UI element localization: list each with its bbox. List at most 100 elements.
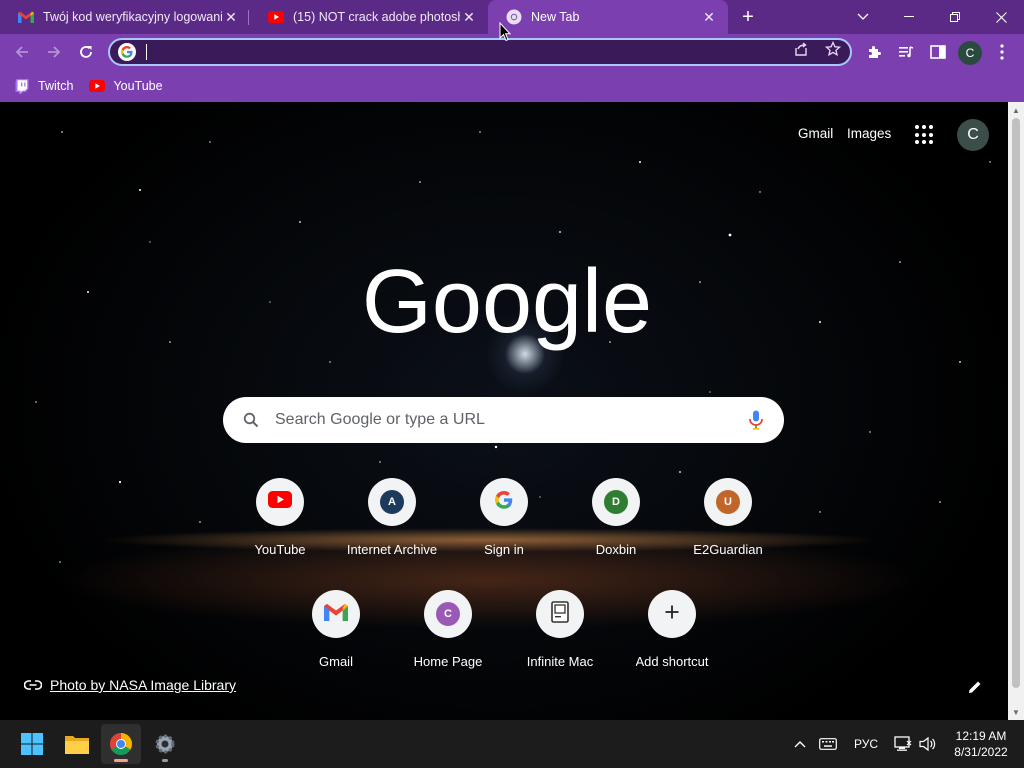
google-g-icon [118, 43, 136, 61]
address-bar[interactable] [108, 38, 852, 66]
plus-icon [665, 605, 679, 624]
search-icon [241, 410, 261, 430]
network-icon[interactable] [892, 720, 914, 768]
bookmark-twitch[interactable]: Twitch [14, 78, 73, 94]
scroll-up-arrow-icon[interactable]: ▲ [1008, 103, 1024, 117]
shortcut-gmail[interactable]: Gmail [280, 574, 392, 686]
forward-arrow-icon[interactable] [42, 40, 66, 64]
youtube-icon [89, 78, 106, 94]
shortcut-doxbin[interactable]: D Doxbin [560, 462, 672, 574]
tab-new-tab[interactable]: New Tab ✕ [488, 0, 728, 34]
gmail-link[interactable]: Gmail [798, 126, 833, 141]
google-g-icon [495, 490, 513, 514]
toolbar [0, 34, 1024, 70]
text-cursor [146, 44, 147, 60]
close-tab-icon[interactable]: ✕ [222, 8, 240, 26]
credit-text: Photo by NASA Image Library [50, 677, 236, 693]
tab-title: Twój kod weryfikacyjny logowania [43, 10, 222, 24]
link-icon [24, 678, 42, 692]
add-shortcut-button[interactable]: Add shortcut [616, 574, 728, 686]
search-box[interactable]: Search Google or type a URL [223, 397, 784, 443]
letter-c-icon: C [436, 602, 460, 626]
shortcut-icon-circle: D [592, 478, 640, 526]
file-explorer-icon[interactable] [57, 724, 97, 764]
gmail-icon [18, 9, 34, 25]
close-tab-icon[interactable]: ✕ [460, 8, 478, 26]
profile-initial: C [965, 46, 975, 60]
language-label: РУС [853, 737, 879, 751]
shortcut-label: Internet Archive [346, 542, 438, 557]
minimize-button[interactable] [886, 0, 932, 34]
mac-icon [551, 600, 569, 628]
tab-gmail[interactable]: Twój kod weryfikacyjny logowania ✕ [0, 0, 250, 34]
scroll-down-arrow-icon[interactable]: ▼ [1008, 705, 1024, 719]
shortcut-icon-circle: C [424, 590, 472, 638]
settings-gear-icon[interactable] [145, 724, 185, 764]
microphone-icon[interactable] [744, 408, 768, 432]
shortcut-icon-circle [480, 478, 528, 526]
shortcut-internet-archive[interactable]: A Internet Archive [336, 462, 448, 574]
new-tab-page: Gmail Images C Google Search Google or t… [0, 102, 1008, 720]
menu-kebab-icon[interactable] [990, 40, 1014, 64]
shortcut-youtube[interactable]: YouTube [224, 462, 336, 574]
images-link[interactable]: Images [847, 126, 891, 141]
customize-pencil-icon[interactable] [966, 678, 984, 696]
shortcut-icon-circle: U [704, 478, 752, 526]
media-controls-icon[interactable] [894, 40, 918, 64]
keyboard-icon[interactable] [816, 720, 840, 768]
new-tab-button[interactable]: + [736, 5, 760, 29]
shortcut-label: Sign in [484, 542, 524, 557]
svg-text:Google: Google [362, 252, 652, 352]
letter-u-icon: U [716, 490, 740, 514]
tab-strip: Twój kod weryfikacyjny logowania ✕ (15) … [0, 0, 1024, 34]
page-scrollbar[interactable]: ▲ ▼ [1008, 102, 1024, 720]
back-arrow-icon[interactable] [10, 40, 34, 64]
shortcut-home-page[interactable]: C Home Page [392, 574, 504, 686]
shortcut-icon-circle [312, 590, 360, 638]
account-initial: C [967, 126, 979, 143]
extensions-icon[interactable] [862, 40, 886, 64]
shortcut-e2guardian[interactable]: U E2Guardian [672, 462, 784, 574]
windows-start-icon[interactable] [12, 724, 52, 764]
side-panel-icon[interactable] [926, 40, 950, 64]
shortcut-label: YouTube [254, 542, 306, 557]
restore-button[interactable] [932, 0, 978, 34]
twitch-icon [14, 78, 30, 94]
tab-title: (15) NOT crack adobe photoshop [293, 10, 460, 24]
mouse-cursor-icon [499, 22, 511, 42]
gmail-icon [324, 603, 348, 626]
bookmark-label: YouTube [113, 79, 163, 93]
share-icon[interactable] [792, 40, 810, 58]
tab-youtube[interactable]: (15) NOT crack adobe photoshop ✕ [250, 0, 488, 34]
clock-date: 8/31/2022 [954, 745, 1008, 759]
youtube-icon [268, 9, 284, 25]
shortcut-label: Add shortcut [635, 654, 709, 669]
chrome-taskbar-icon[interactable] [101, 724, 141, 764]
account-avatar[interactable]: C [957, 119, 989, 151]
background-credit[interactable]: Photo by NASA Image Library [24, 677, 236, 693]
close-window-button[interactable] [978, 0, 1024, 34]
taskbar: РУС 12:19 AM 8/31/2022 [0, 720, 1024, 768]
google-apps-icon[interactable] [915, 125, 935, 145]
shortcut-sign-in[interactable]: Sign in [448, 462, 560, 574]
volume-icon[interactable] [916, 720, 940, 768]
shortcut-icon-circle [536, 590, 584, 638]
bookmark-youtube[interactable]: YouTube [89, 78, 163, 94]
reload-icon[interactable] [74, 40, 98, 64]
running-indicator [162, 759, 168, 762]
close-tab-icon[interactable]: ✕ [700, 8, 718, 26]
system-clock[interactable]: 12:19 AM 8/31/2022 [944, 728, 1018, 760]
clock-time: 12:19 AM [955, 729, 1007, 743]
tab-search-icon[interactable] [840, 0, 886, 34]
language-indicator[interactable]: РУС [848, 720, 884, 768]
shortcut-icon-circle: A [368, 478, 416, 526]
chevron-up-icon[interactable] [788, 720, 812, 768]
profile-avatar-button[interactable]: C [958, 41, 982, 65]
shortcut-label: E2Guardian [693, 542, 763, 557]
shortcut-infinite-mac[interactable]: Infinite Mac [504, 574, 616, 686]
scrollbar-thumb[interactable] [1012, 118, 1020, 688]
youtube-icon [268, 491, 292, 513]
bookmark-star-icon[interactable] [824, 40, 842, 58]
tab-separator [248, 10, 249, 25]
shortcut-label: Doxbin [595, 542, 637, 557]
